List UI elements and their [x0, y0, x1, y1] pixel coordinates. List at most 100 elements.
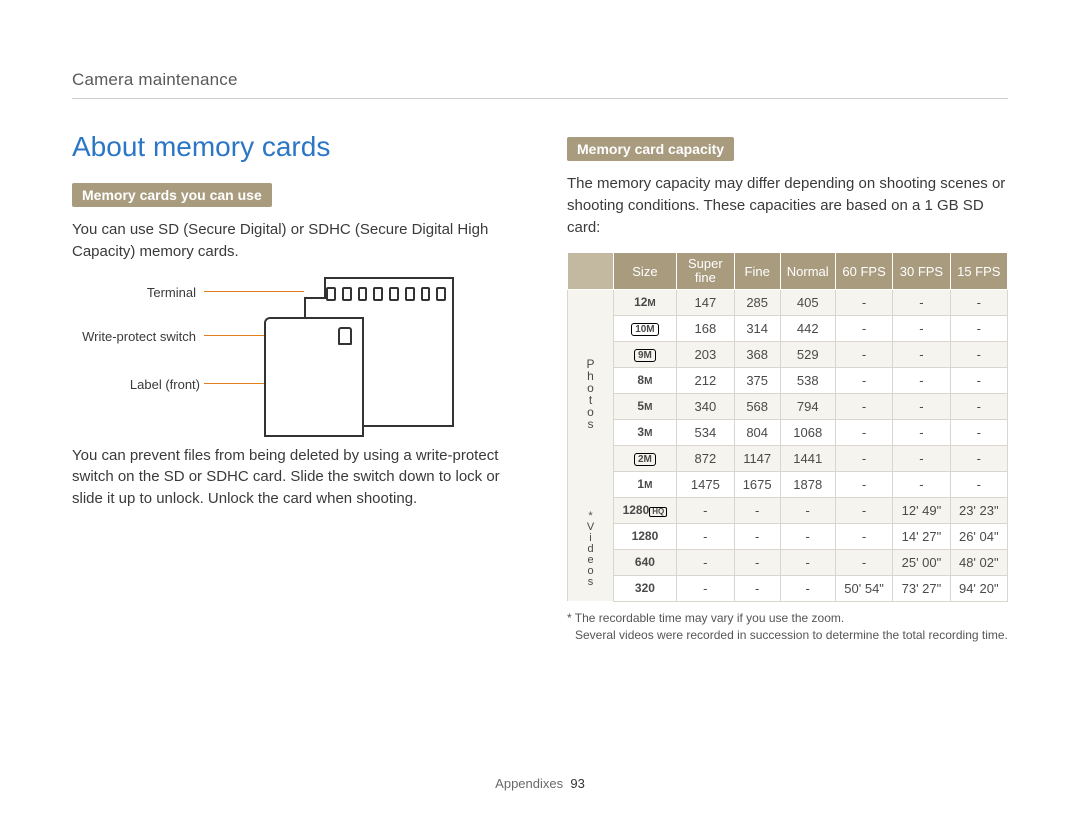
- table-row: 5M340568794---: [568, 393, 1008, 419]
- cell: -: [676, 497, 734, 523]
- cell-size: 5M: [614, 393, 677, 419]
- paragraph: You can prevent files from being deleted…: [72, 445, 513, 510]
- cell: -: [734, 575, 780, 601]
- cell: 50' 54": [835, 575, 892, 601]
- cell: 314: [734, 315, 780, 341]
- cell: -: [734, 549, 780, 575]
- cell: -: [835, 315, 892, 341]
- table-footnotes: * The recordable time may vary if you us…: [567, 610, 1008, 645]
- table-row: 8M212375538---: [568, 367, 1008, 393]
- cell: 12' 49": [893, 497, 950, 523]
- paragraph: You can use SD (Secure Digital) or SDHC …: [72, 219, 513, 263]
- banner-memory-cards-you-can-use: Memory cards you can use: [72, 183, 272, 207]
- cell-size: 2M: [614, 445, 677, 471]
- cell: -: [950, 341, 1007, 367]
- breadcrumb: Camera maintenance: [72, 70, 1008, 99]
- cell: -: [780, 523, 835, 549]
- cell: -: [835, 445, 892, 471]
- paragraph: The memory capacity may differ depending…: [567, 173, 1008, 238]
- cell: 26' 04": [950, 523, 1007, 549]
- cell: 1147: [734, 445, 780, 471]
- table-row: 1280----14' 27"26' 04": [568, 523, 1008, 549]
- cell-size: 9M: [614, 341, 677, 367]
- capacity-table: Size Super fine Fine Normal 60 FPS 30 FP…: [567, 252, 1008, 602]
- cell: -: [676, 549, 734, 575]
- cell: 25' 00": [893, 549, 950, 575]
- cell: 538: [780, 367, 835, 393]
- cell: -: [676, 523, 734, 549]
- col-normal: Normal: [780, 253, 835, 290]
- cell: 340: [676, 393, 734, 419]
- sd-card-diagram: Terminal Write-protect switch Label (fro…: [94, 277, 513, 437]
- cell: -: [950, 315, 1007, 341]
- cell: -: [893, 341, 950, 367]
- cell: -: [734, 497, 780, 523]
- cell: 872: [676, 445, 734, 471]
- cell: 203: [676, 341, 734, 367]
- cell: 23' 23": [950, 497, 1007, 523]
- cell: 1475: [676, 471, 734, 497]
- cell: -: [835, 497, 892, 523]
- cell-size: 320: [614, 575, 677, 601]
- cell: 368: [734, 341, 780, 367]
- banner-memory-card-capacity: Memory card capacity: [567, 137, 734, 161]
- cell: 1675: [734, 471, 780, 497]
- table-row: * Videos1280HQ----12' 49"23' 23": [568, 497, 1008, 523]
- cell: -: [835, 549, 892, 575]
- cell: -: [835, 289, 892, 315]
- cell-size: 1M: [614, 471, 677, 497]
- cell: -: [835, 419, 892, 445]
- cell: -: [950, 471, 1007, 497]
- col-size: Size: [614, 253, 677, 290]
- diagram-label-front: Label (front): [114, 377, 200, 393]
- footnote-2: Several videos were recorded in successi…: [567, 627, 1008, 644]
- cell: 794: [780, 393, 835, 419]
- col-superfine: Super fine: [676, 253, 734, 290]
- footnote-1: * The recordable time may vary if you us…: [567, 610, 1008, 627]
- right-column: Memory card capacity The memory capacity…: [567, 107, 1008, 645]
- cell: -: [893, 419, 950, 445]
- cell: -: [893, 315, 950, 341]
- left-column: About memory cards Memory cards you can …: [72, 107, 513, 645]
- cell-size: 8M: [614, 367, 677, 393]
- col-60fps: 60 FPS: [835, 253, 892, 290]
- cell: -: [734, 523, 780, 549]
- cell: -: [893, 471, 950, 497]
- page-footer: Appendixes 93: [0, 776, 1080, 791]
- cell: 14' 27": [893, 523, 950, 549]
- col-fine: Fine: [734, 253, 780, 290]
- cell: 285: [734, 289, 780, 315]
- cell: 48' 02": [950, 549, 1007, 575]
- table-row: 2M87211471441---: [568, 445, 1008, 471]
- cell: -: [676, 575, 734, 601]
- cell: -: [835, 523, 892, 549]
- table-row: 9M203368529---: [568, 341, 1008, 367]
- cell: 147: [676, 289, 734, 315]
- row-group-videos: * Videos: [568, 497, 614, 601]
- cell: -: [780, 549, 835, 575]
- cell: 1441: [780, 445, 835, 471]
- cell: 804: [734, 419, 780, 445]
- table-row: 3M5348041068---: [568, 419, 1008, 445]
- sd-card-small-icon: [264, 317, 364, 437]
- row-group-photos: Photos: [568, 289, 614, 497]
- table-row: 320---50' 54"73' 27"94' 20": [568, 575, 1008, 601]
- cell: 1068: [780, 419, 835, 445]
- cell: 168: [676, 315, 734, 341]
- cell: -: [950, 367, 1007, 393]
- table-row: 640----25' 00"48' 02": [568, 549, 1008, 575]
- table-row: 1M147516751878---: [568, 471, 1008, 497]
- footer-section: Appendixes: [495, 776, 563, 791]
- cell: 529: [780, 341, 835, 367]
- cell-size: 3M: [614, 419, 677, 445]
- col-30fps: 30 FPS: [893, 253, 950, 290]
- cell: 94' 20": [950, 575, 1007, 601]
- cell: 212: [676, 367, 734, 393]
- cell: -: [893, 445, 950, 471]
- cell-size: 12M: [614, 289, 677, 315]
- footer-page: 93: [570, 776, 584, 791]
- cell: -: [950, 419, 1007, 445]
- cell: -: [893, 289, 950, 315]
- cell: -: [835, 341, 892, 367]
- cell: -: [950, 289, 1007, 315]
